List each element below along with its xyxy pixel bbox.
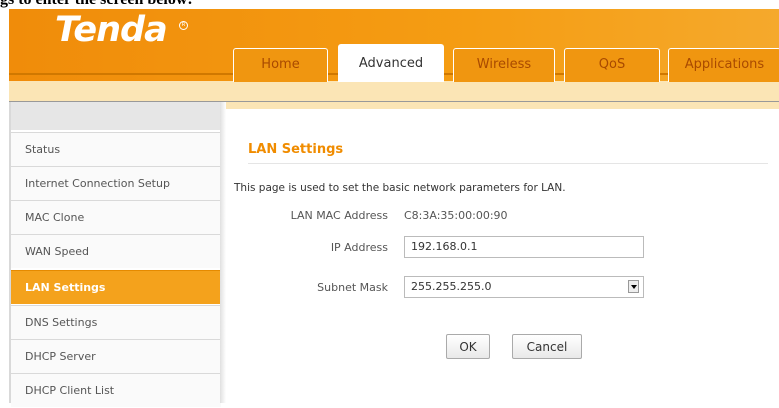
sidebar: Status Internet Connection Setup MAC Clo…: [9, 102, 226, 407]
tab-applications[interactable]: Applications: [668, 48, 779, 82]
registered-mark-icon: R: [179, 21, 188, 30]
dropdown-arrow-icon[interactable]: [628, 280, 639, 293]
tab-qos[interactable]: QoS: [564, 48, 660, 82]
tab-home[interactable]: Home: [233, 48, 328, 82]
tenda-logo: Tenda: [55, 10, 168, 50]
header: Tenda R Home Advanced Wireless QoS Appli…: [9, 9, 779, 109]
ip-address-label: IP Address: [330, 241, 388, 254]
sidebar-item-dns-settings[interactable]: DNS Settings: [11, 305, 221, 339]
sidebar-item-wan-speed[interactable]: WAN Speed: [11, 234, 221, 268]
tab-advanced[interactable]: Advanced: [338, 44, 444, 82]
cancel-button[interactable]: Cancel: [512, 334, 582, 359]
sidebar-item-mac-clone[interactable]: MAC Clone: [11, 200, 221, 234]
sidebar-item-lan-settings[interactable]: LAN Settings: [11, 270, 221, 304]
lan-mac-address-value: C8:3A:35:00:00:90: [404, 209, 508, 222]
ok-button[interactable]: OK: [446, 334, 490, 359]
subnet-mask-label: Subnet Mask: [317, 281, 388, 294]
tab-wireless[interactable]: Wireless: [453, 48, 555, 82]
sidebar-item-dhcp-server[interactable]: DHCP Server: [11, 339, 221, 373]
sidebar-header-band: [11, 102, 221, 130]
sidebar-item-internet-connection-setup[interactable]: Internet Connection Setup: [11, 166, 221, 200]
subnet-mask-select[interactable]: 255.255.255.0: [404, 276, 644, 298]
page-description: This page is used to set the basic netwo…: [234, 182, 566, 194]
ip-address-input[interactable]: 192.168.0.1: [404, 236, 644, 258]
main-content: LAN Settings This page is used to set th…: [226, 102, 779, 403]
ip-address-value: 192.168.0.1: [411, 240, 478, 253]
lan-mac-address-label: LAN MAC Address: [290, 209, 388, 222]
document-caption: gs to enter the screen below:: [0, 0, 193, 9]
page-title: LAN Settings: [248, 142, 344, 157]
subnet-mask-value: 255.255.255.0: [411, 280, 492, 293]
sidebar-item-dhcp-client-list[interactable]: DHCP Client List: [11, 373, 221, 407]
title-divider: [248, 163, 768, 164]
sidebar-item-status[interactable]: Status: [11, 132, 221, 166]
